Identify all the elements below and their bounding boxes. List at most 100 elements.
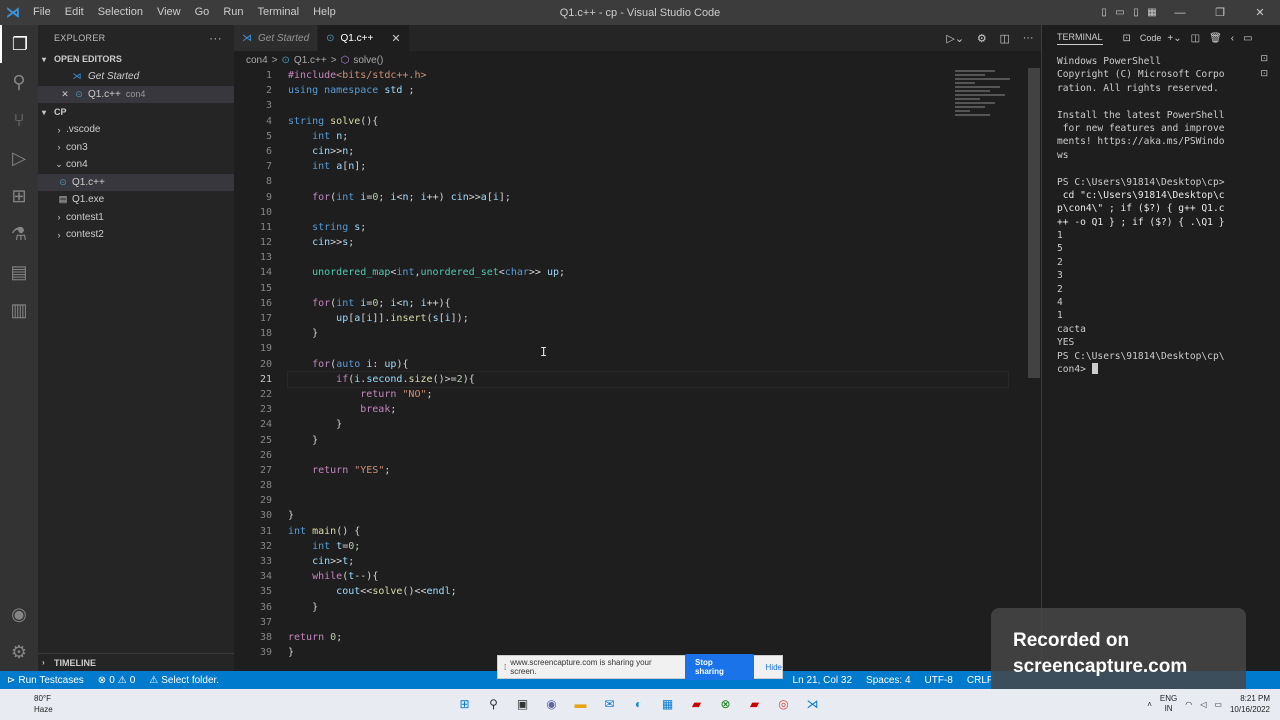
add-terminal-icon[interactable]: +⌄ [1167,33,1181,44]
wifi-icon[interactable]: ◠ [1185,700,1192,709]
terminal-instance-icon[interactable]: ⊡ [1260,68,1268,79]
menu-edit[interactable]: Edit [58,6,91,18]
indentation[interactable]: Spaces: 4 [859,675,917,686]
share-grip-icon[interactable]: ⁞ [504,663,506,672]
breadcrumb-symbol[interactable]: solve() [353,55,383,66]
notebook-icon[interactable]: ▤ [0,253,38,291]
run-debug-icon[interactable]: ▷ [0,139,38,177]
menu-selection[interactable]: Selection [91,6,150,18]
stop-sharing-button[interactable]: Stop sharing [684,654,754,680]
code-line[interactable]: up[a[i]].insert(s[i]); [288,311,1008,326]
code-line[interactable] [288,281,1008,296]
code-line[interactable] [288,250,1008,265]
tree-item-file[interactable]: ⊙ Q1.c++ [38,173,234,191]
minimize-button[interactable]: — [1160,7,1200,19]
close-window-button[interactable]: ✕ [1240,6,1280,19]
explorer-icon[interactable]: ❐ [0,25,38,63]
terminal-output[interactable]: Windows PowerShell Copyright (C) Microsof… [1057,55,1237,376]
code-line[interactable]: break; [288,402,1008,417]
vscode-icon[interactable]: ⋊ [802,693,823,714]
problems-indicator[interactable]: ⊗ 0 ⚠ 0 [91,675,142,686]
code-line[interactable] [288,615,1008,630]
code-line[interactable]: } [288,326,1008,341]
code-line[interactable] [288,478,1008,493]
open-editor-item[interactable]: ✕ ⊙ Q1.c++ con4 [38,85,234,103]
app-icon[interactable]: ▰ [686,693,707,714]
open-editors-section[interactable]: ▾ OPEN EDITORS [38,50,234,68]
code-line[interactable]: unordered_map<int,unordered_set<char>> u… [288,265,1008,280]
menu-run[interactable]: Run [216,6,250,18]
code-line[interactable]: } [288,600,1008,615]
code-line[interactable]: if(i.second.size()>=2){ [287,370,1009,388]
code-editor[interactable]: 1 2 3 4 5 6 7 8 9 10 11 12 13 14 15 16 17 18 19 20 21 22 23 24 2… [234,68,1041,671]
search-icon[interactable]: ⚲ [0,63,38,101]
tab-q1-cpp[interactable]: ⊙ Q1.c++ ✕ [318,25,410,51]
code-line[interactable]: cin>>t; [288,554,1008,569]
code-line[interactable] [288,174,1008,189]
menu-help[interactable]: Help [306,6,343,18]
cursor-position[interactable]: Ln 21, Col 32 [786,675,860,686]
menu-view[interactable]: View [150,6,188,18]
toggle-panel-icon[interactable]: ▭ [1112,7,1128,18]
tree-item-folder[interactable]: › contest1 [38,209,234,227]
chevron-up-icon[interactable]: ˄ [1147,700,1152,709]
close-icon[interactable]: ✕ [391,32,400,45]
clock[interactable]: 8:21 PM 10/16/2022 [1230,693,1270,715]
battery-icon[interactable]: ▭ [1214,700,1222,709]
code-line[interactable] [288,448,1008,463]
code-line[interactable]: } [288,508,1008,523]
code-line[interactable]: cin>>n; [288,144,1008,159]
terminal-shell-label[interactable]: Code [1140,33,1162,43]
task-view-icon[interactable]: ▣ [512,693,533,714]
code-line[interactable]: using namespace std ; [288,83,1008,98]
code-line[interactable] [288,341,1008,356]
tree-item-folder[interactable]: ⌄ con4 [38,156,234,174]
xbox-icon[interactable]: ⊗ [715,693,736,714]
split-terminal-icon[interactable]: ◫ [1191,33,1200,44]
tree-item-folder[interactable]: › con3 [38,139,234,157]
weather-widget[interactable]: 80°F Haze [34,693,53,715]
tab-get-started[interactable]: ⋊ Get Started [234,25,319,51]
chart-icon[interactable]: ▥ [0,291,38,329]
maximize-button[interactable]: ❐ [1200,6,1240,19]
more-actions-icon[interactable]: ··· [209,31,222,45]
chrome-icon[interactable]: ◎ [773,693,794,714]
extensions-icon[interactable]: ⊞ [0,177,38,215]
code-line[interactable]: for(int i=0; i<n; i++){ [288,296,1008,311]
start-icon[interactable]: ⊞ [454,693,475,714]
code-line[interactable]: } [288,417,1008,432]
settings-gear-icon[interactable]: ⚙ [977,32,987,45]
code-line[interactable]: while(t--){ [288,569,1008,584]
toggle-sidebar-icon[interactable]: ▯ [1096,7,1112,18]
timeline-section[interactable]: › TIMELINE [38,653,234,671]
code-line[interactable]: for(int i=0; i<n; i++) cin>>a[i]; [288,190,1008,205]
select-folder-button[interactable]: ⚠ Select folder. [142,675,226,686]
language-indicator[interactable]: ENG IN [1160,694,1177,714]
terminal-instance-icon[interactable]: ⊡ [1260,53,1268,64]
code-line[interactable]: return "YES"; [288,463,1008,478]
run-testcases-button[interactable]: ⊳ Run Testcases [0,675,91,686]
account-icon[interactable]: ◉ [0,595,38,633]
code-line[interactable] [288,493,1008,508]
more-actions-icon[interactable]: ··· [1023,32,1034,44]
tree-item-folder[interactable]: › .vscode [38,121,234,139]
code-line[interactable]: cin>>s; [288,235,1008,250]
encoding[interactable]: UTF-8 [918,675,960,686]
chat-icon[interactable]: ◉ [541,693,562,714]
search-icon[interactable]: ⚲ [483,693,504,714]
code-line[interactable] [288,98,1008,113]
trash-icon[interactable]: 🗑 [1209,33,1222,44]
code-line[interactable]: for(auto i: up){ [288,357,1008,372]
breadcrumb-file[interactable]: Q1.c++ [294,55,327,66]
close-icon[interactable]: ✕ [58,89,72,100]
code-line[interactable]: #include<bits/stdc++.h> [288,68,1008,83]
code-line[interactable]: int t=0; [288,539,1008,554]
code-line[interactable] [288,205,1008,220]
tree-item-file[interactable]: ▤ Q1.exe [38,191,234,209]
code-line[interactable]: int main() { [288,524,1008,539]
code-line[interactable]: cout<<solve()<<endl; [288,584,1008,599]
tab-terminal[interactable]: TERMINAL [1057,32,1103,45]
code-line[interactable]: return 0; [288,630,1008,645]
code-line[interactable]: int n; [288,129,1008,144]
source-control-icon[interactable]: ⑂ [0,101,38,139]
